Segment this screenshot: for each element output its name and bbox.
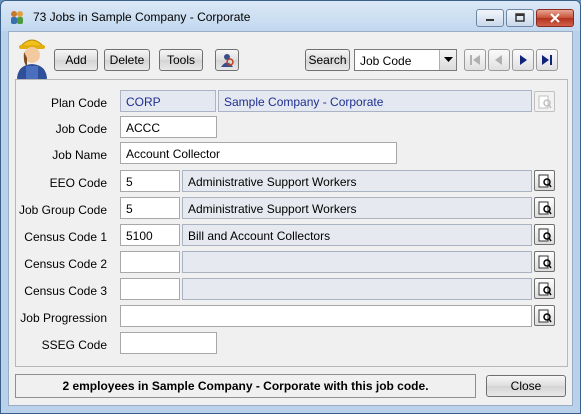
previous-icon [495,55,502,65]
people-icon [11,11,23,24]
job-progression-lookup-button[interactable] [534,305,555,326]
add-button[interactable]: Add [54,49,98,71]
close-window-button[interactable] [536,9,574,27]
lookup-icon [538,309,552,322]
close-icon [550,13,560,23]
job-group-code-description: Administrative Support Workers [182,197,532,219]
first-icon [470,55,480,65]
census-code-3-description [182,278,532,300]
previous-record-button[interactable] [488,49,510,71]
job-details-panel: Plan Code CORP Sample Company - Corporat… [15,79,568,367]
lookup-icon [538,228,552,241]
plan-code-description: Sample Company - Corporate [218,90,532,112]
lookup-icon [538,174,552,187]
lookup-icon [538,95,552,108]
census-code-3-label: Census Code 3 [24,284,107,298]
delete-button[interactable]: Delete [104,49,150,71]
minimize-button[interactable] [476,9,504,27]
census-code-3-lookup-button[interactable] [534,278,555,299]
job-code-input[interactable]: ACCC [120,116,217,138]
job-name-label: Job Name [52,148,107,162]
eeo-code-description: Administrative Support Workers [182,170,532,192]
job-progression-label: Job Progression [20,311,107,325]
next-icon [520,55,527,65]
search-field-value: Job Code [360,54,412,68]
census-code-1-lookup-button[interactable] [534,224,555,245]
last-icon [542,55,552,65]
plan-code-field: CORP [120,90,216,112]
worker-avatar-icon [17,39,47,80]
census-code-1-input[interactable]: 5100 [120,224,180,246]
job-name-input[interactable]: Account Collector [120,142,397,164]
job-code-label: Job Code [55,122,107,136]
lookup-icon [538,255,552,268]
census-code-2-lookup-button[interactable] [534,251,555,272]
job-group-code-lookup-button[interactable] [534,197,555,218]
job-group-code-input[interactable]: 5 [120,197,180,219]
search-button[interactable]: Search [305,49,350,71]
last-record-button[interactable] [536,49,558,71]
census-code-2-description [182,251,532,273]
eeo-code-lookup-button[interactable] [534,170,555,191]
lookup-icon [538,201,552,214]
census-code-3-input[interactable] [120,278,180,300]
client-area: Add Delete Tools Search Job Code Plan Co… [8,31,573,406]
plan-code-lookup-button[interactable] [534,91,555,112]
plan-code-label: Plan Code [50,96,107,110]
job-group-code-label: Job Group Code [18,203,107,217]
tools-button[interactable]: Tools [159,49,203,71]
chevron-down-icon[interactable] [439,50,456,70]
sseg-code-input[interactable] [120,332,217,354]
maximize-button[interactable] [506,9,534,27]
status-bar: 2 employees in Sample Company - Corporat… [15,374,476,398]
app-window: 73 Jobs in Sample Company - Corporate Ad… [0,0,581,414]
next-record-button[interactable] [512,49,534,71]
lookup-icon [538,282,552,295]
minimize-icon [486,19,494,21]
window-title: 73 Jobs in Sample Company - Corporate [33,10,251,24]
census-code-1-label: Census Code 1 [24,230,107,244]
job-progression-input[interactable] [120,305,532,327]
census-code-1-description: Bill and Account Collectors [182,224,532,246]
first-record-button[interactable] [464,49,486,71]
sseg-code-label: SSEG Code [41,338,107,352]
eeo-code-label: EEO Code [49,176,107,190]
title-bar[interactable]: 73 Jobs in Sample Company - Corporate [1,1,580,31]
maximize-icon [515,13,525,22]
close-button[interactable]: Close [486,375,566,397]
census-code-2-label: Census Code 2 [24,257,107,271]
search-field-select[interactable]: Job Code [354,49,457,71]
person-search-icon [221,54,234,67]
census-code-2-input[interactable] [120,251,180,273]
eeo-code-input[interactable]: 5 [120,170,180,192]
lookup-person-button[interactable] [215,49,239,71]
